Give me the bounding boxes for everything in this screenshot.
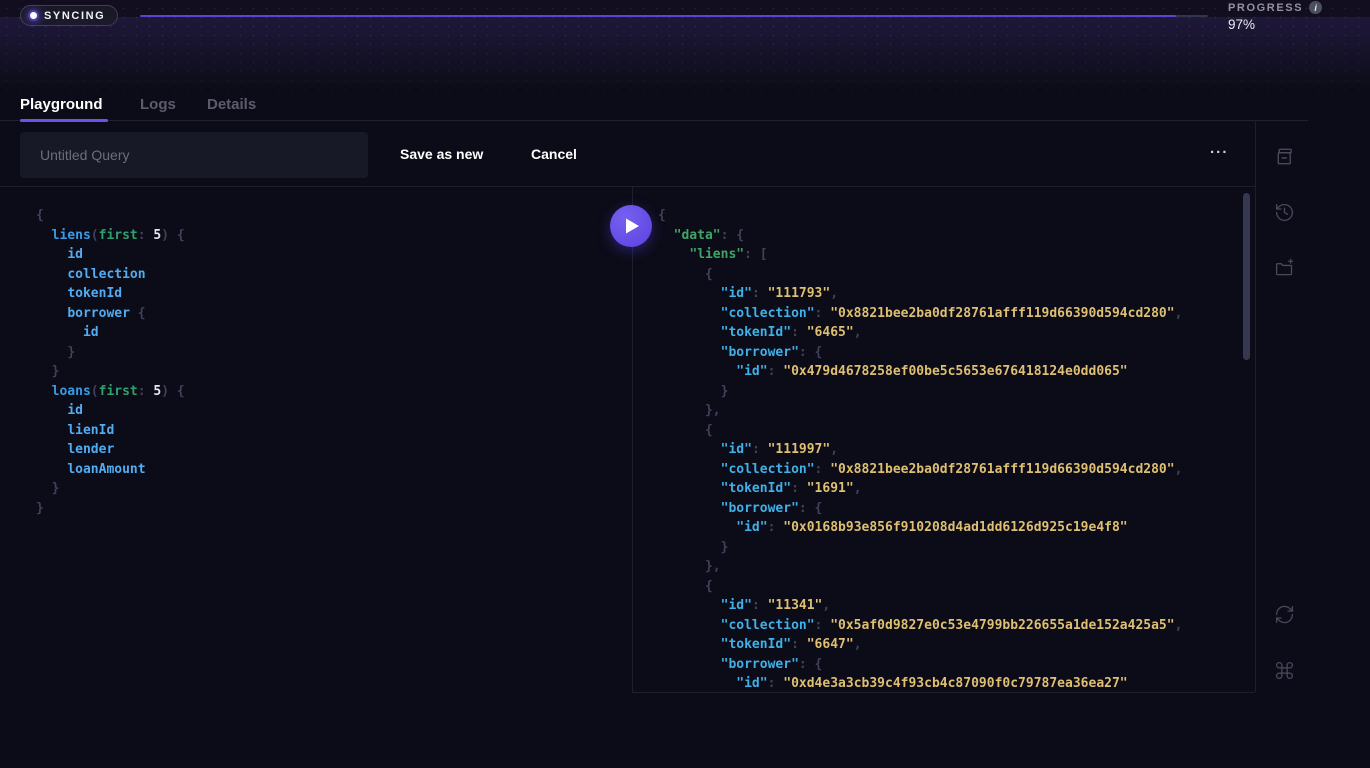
progress-fill [140,15,1176,17]
code-line: { [658,577,1233,597]
code-line: "tokenId": "6647", [658,635,1233,655]
code-line: "id": "0x0168b93e856f910208d4ad1dd6126d9… [658,518,1233,538]
code-line: "liens": [ [658,245,1233,265]
code-line: { [36,206,616,226]
new-collection-button[interactable] [1272,256,1296,280]
save-as-new-button[interactable]: Save as new [400,146,483,162]
code-line: tokenId [36,284,616,304]
code-line: } [658,538,1233,558]
progress-meta: PROGRESS i 97% [1228,1,1322,32]
code-line: { [658,206,1233,226]
tab-logs[interactable]: Logs [140,96,176,113]
code-line: lender [36,440,616,460]
code-line: "id": "0x479d4678258ef00be5c5653e6764181… [658,362,1233,382]
header-dots-texture [0,4,1370,114]
save-query-button[interactable] [1272,144,1296,168]
code-line: } [36,362,616,382]
toolbar-border [0,186,1255,187]
run-query-button[interactable] [610,205,652,247]
code-line: id [36,323,616,343]
code-line: "id": "111793", [658,284,1233,304]
result-viewer-code[interactable]: { "data": { "liens": [ { "id": "111793",… [658,206,1233,692]
history-icon [1274,202,1295,223]
code-line: } [658,382,1233,402]
code-line: lienId [36,421,616,441]
query-history-button[interactable] [1272,200,1296,224]
syncing-dot-icon [30,12,37,19]
code-line: "borrower": { [658,343,1233,363]
shortcuts-button[interactable] [1272,658,1296,682]
folder-add-icon [1274,258,1295,279]
code-line: "collection": "0x8821bee2ba0df28761afff1… [658,304,1233,324]
code-line: "borrower": { [658,499,1233,519]
save-icon [1274,146,1295,167]
code-line: } [36,479,616,499]
code-line: "id": "0xd4e3a3cb39c4f93cb4c87090f0c7978… [658,674,1233,692]
code-line: loans(first: 5) { [36,382,616,402]
code-line: { [658,265,1233,285]
code-line: loanAmount [36,460,616,480]
code-line: "data": { [658,226,1233,246]
code-line: "id": "111997", [658,440,1233,460]
code-line: } [36,343,616,363]
command-icon [1274,660,1295,681]
refresh-icon [1274,604,1295,625]
query-editor-code[interactable]: { liens(first: 5) { id collection tokenI… [36,206,616,692]
code-line: "collection": "0x5af0d9827e0c53e4799bb22… [658,616,1233,636]
active-tab-underline [20,119,108,122]
header-glow [0,17,1370,113]
code-line: }, [658,557,1233,577]
progress-value: 97% [1228,17,1322,32]
play-icon [625,218,640,234]
code-line: { [658,421,1233,441]
code-line: liens(first: 5) { [36,226,616,246]
more-options-button[interactable]: ... [1210,140,1229,157]
progress-bar [140,15,1208,17]
code-line: "id": "11341", [658,596,1233,616]
code-line: collection [36,265,616,285]
syncing-status-badge: SYNCING [20,5,118,26]
code-line: "borrower": { [658,655,1233,675]
syncing-label: SYNCING [44,10,105,22]
code-line: id [36,245,616,265]
query-name-input[interactable] [20,132,368,178]
progress-label: PROGRESS [1228,2,1303,14]
refresh-button[interactable] [1272,602,1296,626]
code-line: borrower { [36,304,616,324]
code-line: }, [658,401,1233,421]
cancel-button[interactable]: Cancel [531,146,577,162]
code-line: "collection": "0x8821bee2ba0df28761afff1… [658,460,1233,480]
sidebar-divider [1255,120,1256,692]
result-scrollbar-thumb[interactable] [1243,193,1250,360]
tab-playground[interactable]: Playground [20,96,103,113]
pane-divider [632,186,633,692]
tabbar-border [0,120,1308,121]
tab-details[interactable]: Details [207,96,256,113]
result-bottom-border [632,692,1255,693]
code-line: } [36,499,616,519]
code-line: "tokenId": "6465", [658,323,1233,343]
info-icon[interactable]: i [1309,1,1322,14]
code-line: "tokenId": "1691", [658,479,1233,499]
code-line: id [36,401,616,421]
